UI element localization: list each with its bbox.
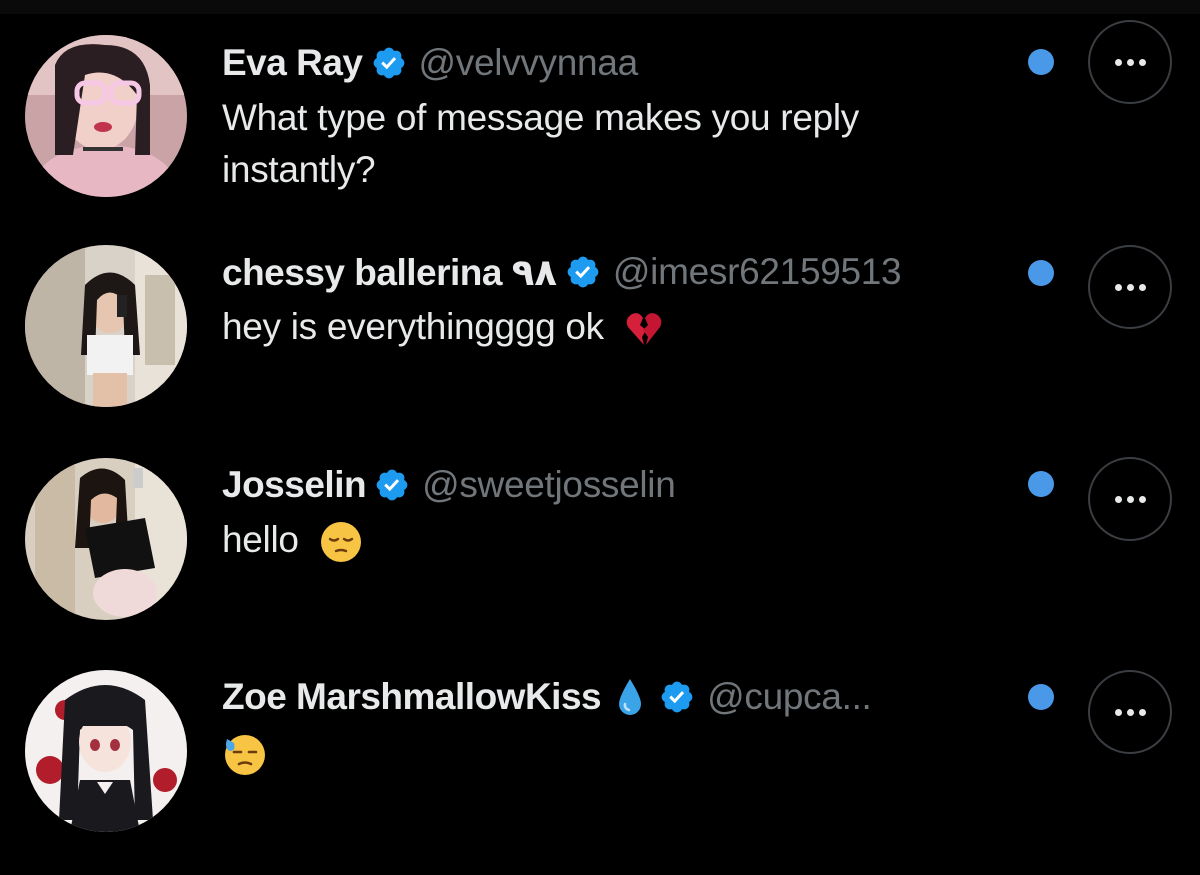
dot-icon [1138,495,1146,503]
top-bar [0,0,1200,14]
message-line: What type of message makes you reply [222,97,859,138]
username-handle: @cupca... [707,676,872,717]
dot-icon [1138,58,1146,66]
message-preview: hello [222,514,1012,566]
display-name: Josselin [222,464,367,505]
conversation-header: chessy ballerina ٩٨ @imesr62159513 [222,247,1012,297]
dot-icon [1126,708,1134,716]
dot-icon [1114,58,1122,66]
message-preview [222,726,1012,778]
conversation-row[interactable]: chessy ballerina ٩٨ @imesr62159513 hey i… [0,242,1200,442]
display-name: chessy ballerina ٩٨ [222,251,557,293]
username-handle: @imesr62159513 [612,251,902,292]
pensive-face-icon [320,522,361,563]
conversation-content: Zoe MarshmallowKiss @cupca... [222,672,1012,778]
conversation-row[interactable]: Zoe MarshmallowKiss @cupca... [0,667,1200,867]
message-preview: hey is everythingggg ok [222,301,1012,353]
verified-badge-icon [376,469,408,501]
avatar[interactable] [25,458,187,620]
conversation-header: Josselin @sweetjosselin [222,460,1012,510]
more-options-button[interactable] [1088,20,1172,104]
conversation-content: Eva Ray @velvvynnaa What type of message… [222,38,1012,196]
unread-indicator [1028,260,1054,286]
conversation-row[interactable]: Josselin @sweetjosselin hello [0,455,1200,655]
conversation-header: Eva Ray @velvvynnaa [222,38,1012,88]
dot-icon [1138,708,1146,716]
unread-indicator [1028,684,1054,710]
verified-badge-icon [567,256,599,288]
avatar[interactable] [25,245,187,407]
more-options-button[interactable] [1088,670,1172,754]
droplet-icon [619,679,642,715]
unread-indicator [1028,49,1054,75]
message-line: instantly? [222,149,376,190]
more-options-button[interactable] [1088,457,1172,541]
more-options-button[interactable] [1088,245,1172,329]
conversation-row[interactable]: Eva Ray @velvvynnaa What type of message… [0,20,1200,230]
conversation-header: Zoe MarshmallowKiss @cupca... [222,672,1012,722]
message-text: hello [222,519,299,560]
dot-icon [1114,495,1122,503]
display-name: Eva Ray [222,42,363,83]
message-text: hey is everythingggg ok [222,306,604,347]
dot-icon [1138,283,1146,291]
downcast-face-with-sweat-icon [225,735,265,776]
dot-icon [1126,283,1134,291]
unread-indicator [1028,471,1054,497]
broken-heart-icon [626,313,662,346]
avatar[interactable] [25,35,187,197]
verified-badge-icon [661,681,693,713]
username-handle: @sweetjosselin [422,464,676,505]
dot-icon [1126,58,1134,66]
dot-icon [1126,495,1134,503]
conversation-content: chessy ballerina ٩٨ @imesr62159513 hey i… [222,247,1012,353]
dot-icon [1114,283,1122,291]
username-handle: @velvvynnaa [418,42,639,83]
avatar[interactable] [25,670,187,832]
verified-badge-icon [373,47,404,79]
conversation-content: Josselin @sweetjosselin hello [222,460,1012,566]
message-preview: What type of message makes you reply ins… [222,92,1012,196]
dot-icon [1114,708,1122,716]
display-name: Zoe MarshmallowKiss [222,676,602,717]
